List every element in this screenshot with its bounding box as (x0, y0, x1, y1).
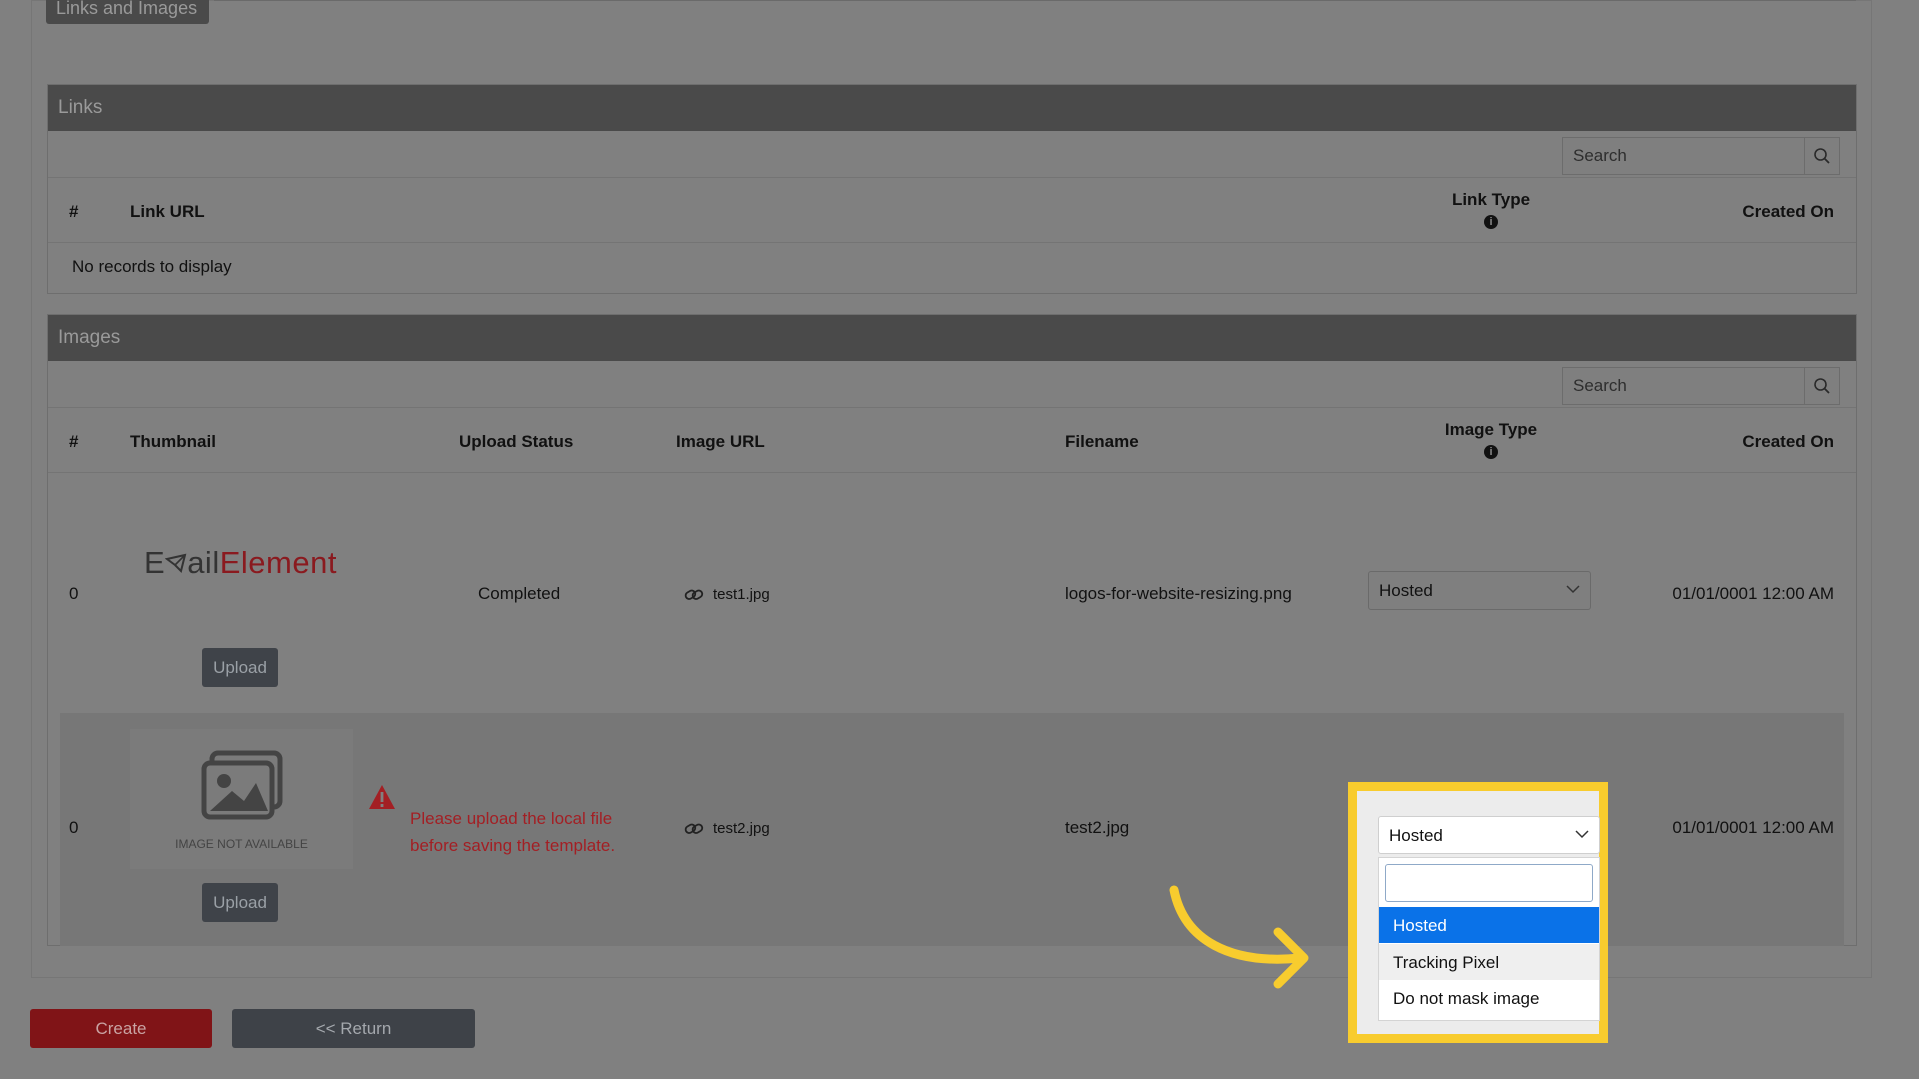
logo-text-ail: ail (187, 545, 220, 580)
image-type-value: Hosted (1379, 581, 1433, 600)
images-toolbar (48, 361, 1856, 408)
option-do-not-mask-image[interactable]: Do not mask image (1379, 980, 1599, 1016)
create-button[interactable]: Create (30, 1009, 212, 1048)
highlighted-dropdown-area: Hosted Hosted Tracking Pixel Do not mask… (1348, 782, 1608, 1043)
upload-button[interactable]: Upload (202, 883, 278, 922)
links-search-input[interactable] (1563, 138, 1804, 174)
links-section: Links # Link URL Link Type i Created On … (47, 84, 1857, 294)
link-icon[interactable] (684, 821, 704, 837)
option-tracking-pixel[interactable]: Tracking Pixel (1379, 944, 1599, 980)
image-type-select[interactable]: Hosted (1368, 571, 1591, 610)
images-search-input[interactable] (1563, 368, 1804, 404)
row-num: 0 (69, 584, 79, 603)
search-icon (1814, 378, 1830, 394)
chevron-down-icon (1566, 585, 1580, 594)
images-search (1562, 367, 1840, 405)
links-search-button[interactable] (1804, 138, 1839, 174)
emailelement-logo: EailElement (144, 545, 337, 581)
info-icon[interactable]: i (1484, 215, 1498, 229)
links-toolbar (48, 131, 1856, 178)
info-icon[interactable]: i (1484, 445, 1498, 459)
image-url-link[interactable]: test1.jpg (713, 586, 770, 603)
table-row: 0 EailElement Completed test1.jpg logos-… (48, 473, 1856, 709)
col-filename[interactable]: Filename (1065, 432, 1139, 452)
image-url-link[interactable]: test2.jpg (713, 820, 770, 837)
links-table-header: # Link URL Link Type i Created On (48, 178, 1856, 243)
col-num: # (69, 202, 79, 221)
upload-warning-line2: before saving the template. (410, 836, 616, 855)
col-link-url[interactable]: Link URL (130, 202, 205, 222)
col-created-on[interactable]: Created On (1742, 202, 1834, 222)
col-created-on[interactable]: Created On (1742, 432, 1834, 452)
return-button[interactable]: << Return (232, 1009, 475, 1048)
image-not-available-text: IMAGE NOT AVAILABLE (175, 837, 308, 851)
image-type-select-open[interactable]: Hosted (1378, 816, 1600, 854)
upload-warning: Please upload the local file before savi… (410, 805, 615, 859)
images-header: Images (48, 315, 1856, 361)
upload-status: Completed (478, 584, 561, 603)
created-on: 01/01/0001 12:00 AM (1672, 584, 1834, 603)
images-search-button[interactable] (1804, 368, 1839, 404)
image-type-value: Hosted (1389, 826, 1443, 845)
tab-divider (214, 0, 1856, 1)
col-link-type-label: Link Type (1451, 190, 1531, 209)
image-icon (201, 750, 283, 820)
col-thumbnail: Thumbnail (130, 432, 216, 451)
image-type-dropdown: Hosted Tracking Pixel Do not mask image (1378, 857, 1600, 1021)
row-num: 0 (69, 818, 79, 837)
tab-links-and-images[interactable]: Links and Images (46, 0, 209, 24)
col-image-type[interactable]: Image Type i (1431, 420, 1551, 460)
filename: test2.jpg (1065, 818, 1130, 837)
col-image-type-label: Image Type (1444, 420, 1538, 439)
col-upload-status[interactable]: Upload Status (459, 432, 573, 452)
arrow-annotation-icon (1169, 885, 1309, 989)
logo-text-element: Element (219, 545, 337, 580)
image-placeholder: IMAGE NOT AVAILABLE (130, 729, 353, 869)
warning-icon (369, 785, 395, 809)
search-icon (1814, 148, 1830, 164)
dropdown-search-input[interactable] (1385, 864, 1593, 902)
empty-message: No records to display (72, 257, 232, 276)
envelope-icon (164, 553, 187, 573)
images-table-header: # Thumbnail Upload Status Image URL File… (48, 408, 1856, 473)
col-num: # (69, 432, 79, 451)
links-header: Links (48, 85, 1856, 131)
upload-warning-line1: Please upload the local file (410, 809, 613, 828)
chevron-down-icon (1575, 830, 1589, 839)
created-on: 01/01/0001 12:00 AM (1672, 818, 1834, 837)
link-icon[interactable] (684, 587, 704, 603)
filename: logos-for-website-resizing.png (1065, 584, 1292, 603)
upload-button[interactable]: Upload (202, 648, 278, 687)
col-image-url[interactable]: Image URL (676, 432, 765, 452)
links-search (1562, 137, 1840, 175)
col-link-type[interactable]: Link Type i (1441, 190, 1541, 230)
option-hosted[interactable]: Hosted (1379, 907, 1599, 943)
logo-text-e: E (144, 545, 166, 580)
